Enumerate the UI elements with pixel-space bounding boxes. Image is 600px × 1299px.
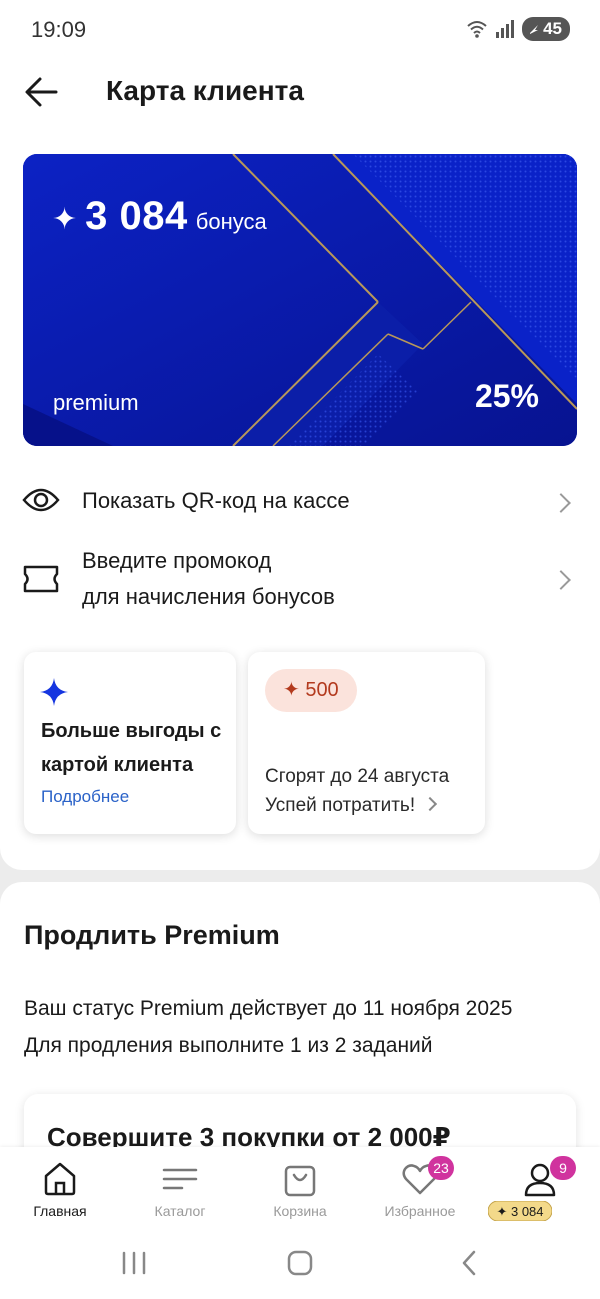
page-title: Карта клиента — [106, 75, 304, 106]
wifi-icon — [467, 21, 487, 38]
signal-icon — [496, 20, 515, 38]
expiring-bonus-text: Сгорят до 24 августа Успей потратить! — [265, 762, 449, 820]
expiry-date-text: Сгорят до 24 августа — [265, 766, 450, 787]
bag-icon — [284, 1165, 316, 1197]
profile-badge: 9 — [550, 1156, 576, 1180]
recents-icon[interactable] — [120, 1249, 148, 1277]
expiring-bonus-card[interactable]: ✦ 500 Сгорят до 24 августа Успей потрати… — [248, 652, 485, 834]
back-nav-icon[interactable] — [456, 1249, 484, 1277]
promo-code-row[interactable]: Введите промокод для начисления бонусов — [0, 542, 600, 616]
status-icons: 45 — [466, 17, 570, 41]
tab-home-label: Главная — [33, 1203, 87, 1219]
promo-code-label-line1: Введите промокод — [82, 548, 272, 573]
card-tier: premium — [53, 390, 139, 415]
card-discount: 25% — [474, 378, 539, 414]
premium-tasks-text: Для продления выполните 1 из 2 заданий — [24, 1034, 433, 1057]
tab-cart[interactable]: Корзина — [240, 1147, 360, 1229]
bonus-amount: 3 084 — [85, 194, 188, 238]
benefits-card[interactable]: Больше выгоды с картой клиента Подробнее — [24, 652, 236, 834]
promo-code-label-line2: для начисления бонусов — [82, 584, 335, 609]
client-card-section: Карта клиента ✦ 3 084 бонуса premium 25%… — [0, 60, 600, 870]
battery-level: 45 — [543, 19, 562, 38]
chevron-right-icon — [551, 493, 571, 513]
expiring-bonus-pill: ✦ 500 — [265, 669, 357, 712]
tab-catalog[interactable]: Каталог — [120, 1147, 240, 1229]
tab-favorites-label: Избранное — [384, 1203, 456, 1219]
tab-catalog-label: Каталог — [154, 1203, 206, 1219]
bottom-tab-bar: Главная Каталог Корзина 23 Избранное 9 ✦… — [0, 1147, 600, 1229]
battery-icon: 45 — [522, 17, 570, 41]
system-nav-bar — [0, 1229, 600, 1299]
menu-icon — [162, 1168, 198, 1190]
ticket-icon — [23, 565, 59, 593]
eye-icon — [22, 488, 60, 512]
bonus-balance: ✦ 3 084 бонуса — [52, 194, 267, 239]
sparkle-icon: ✦ — [52, 203, 78, 236]
bonus-chip-label: ✦ 3 084 — [496, 1204, 543, 1219]
chevron-right-icon — [551, 570, 571, 590]
status-bar: 19:09 45 — [0, 0, 600, 60]
loyalty-card[interactable]: ✦ 3 084 бонуса premium 25% — [23, 154, 577, 446]
tab-home[interactable]: Главная — [0, 1147, 120, 1229]
show-qr-row[interactable]: Показать QR-код на кассе — [0, 478, 600, 528]
chevron-right-icon — [423, 796, 438, 812]
spend-cta-text: Успей потратить! — [265, 795, 416, 816]
more-link[interactable]: Подробнее — [41, 787, 129, 807]
home-nav-icon[interactable] — [286, 1249, 314, 1277]
header: Карта клиента — [0, 60, 600, 124]
spend-cta-row: Успей потратить! — [265, 791, 449, 820]
show-qr-label: Показать QR-код на кассе — [82, 488, 350, 513]
favorites-badge: 23 — [428, 1156, 454, 1180]
tab-cart-label: Корзина — [273, 1203, 327, 1219]
bonus-unit: бонуса — [195, 209, 267, 234]
bonus-chip: ✦ 3 084 — [488, 1201, 552, 1221]
sparkle-icon — [40, 678, 68, 706]
tab-profile[interactable]: 9 ✦ 3 084 — [480, 1147, 600, 1229]
charging-icon — [530, 25, 539, 34]
premium-status-text: Ваш статус Premium действует до 11 ноябр… — [24, 997, 513, 1020]
tab-favorites[interactable]: 23 Избранное — [360, 1147, 480, 1229]
premium-description: Ваш статус Premium действует до 11 ноябр… — [24, 990, 512, 1064]
status-time: 19:09 — [31, 17, 87, 42]
premium-title: Продлить Premium — [24, 920, 280, 950]
premium-section: Продлить Premium Ваш статус Premium дейс… — [0, 882, 600, 1214]
benefits-title: Больше выгоды с картой клиента — [41, 720, 222, 776]
home-icon — [44, 1162, 76, 1196]
arrow-left-icon[interactable] — [22, 74, 62, 110]
